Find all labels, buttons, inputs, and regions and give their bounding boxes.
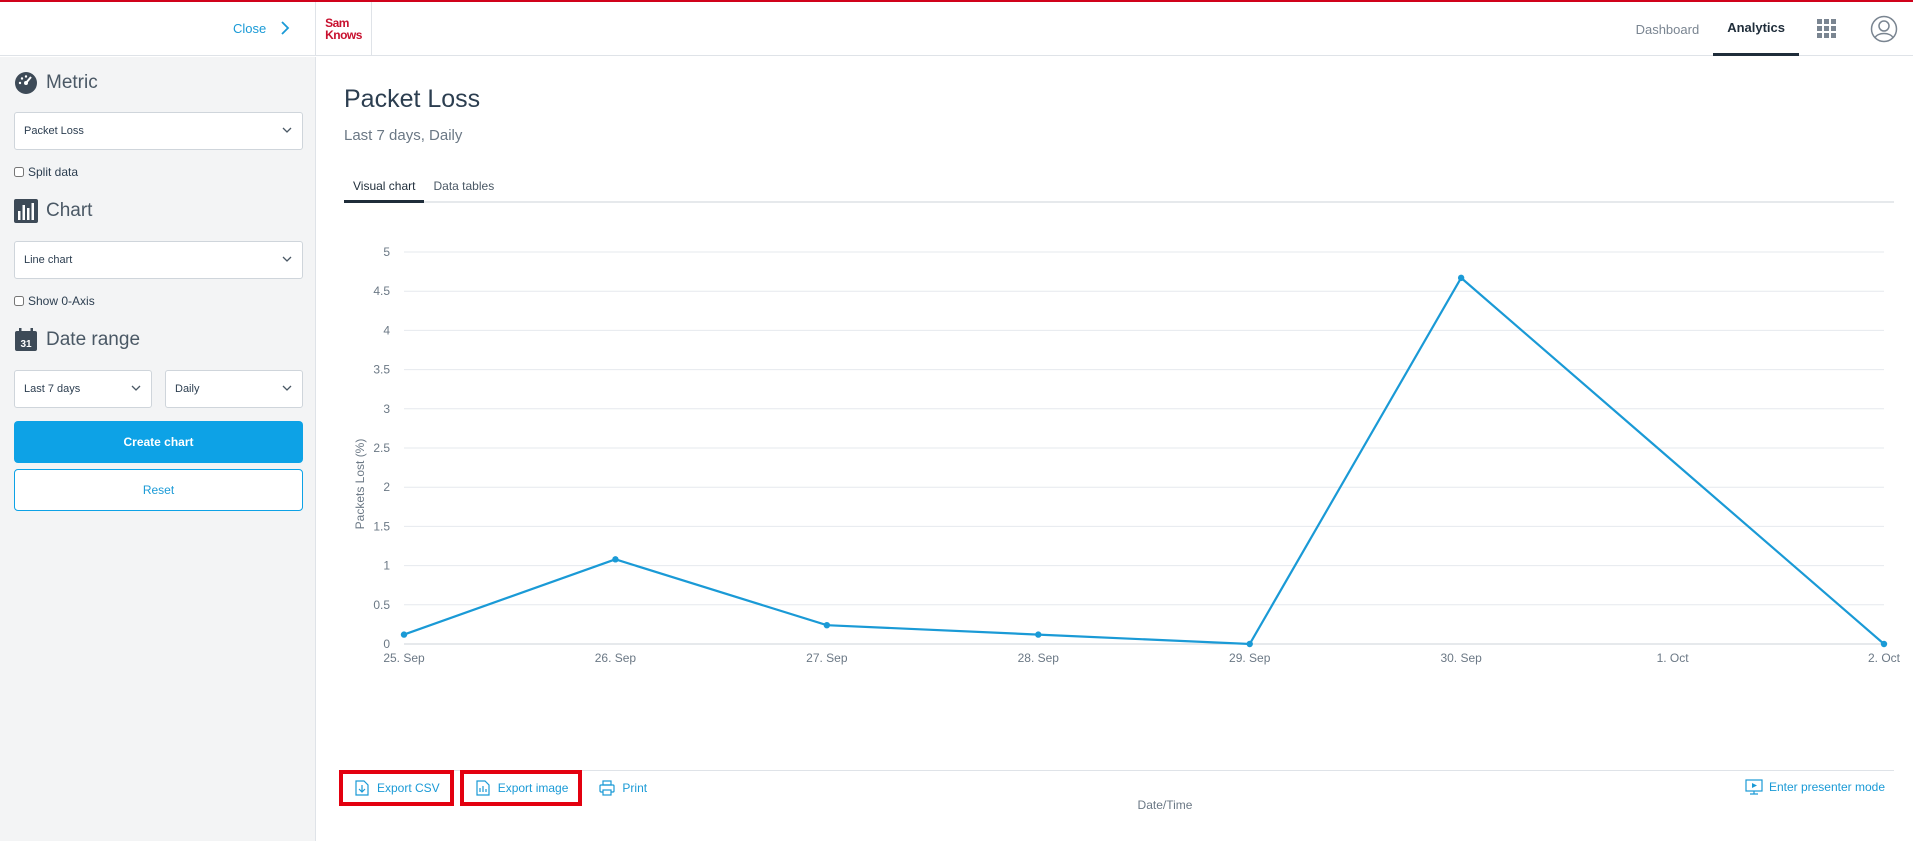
- y-tick-label: 1.5: [373, 519, 390, 533]
- main-content: Packet Loss Last 7 days, Daily Visual ch…: [317, 57, 1913, 841]
- export-image-button[interactable]: Export image: [459, 770, 583, 806]
- x-tick-label: 28. Sep: [1018, 651, 1060, 665]
- x-tick-label: 27. Sep: [806, 651, 848, 665]
- chevron-down-icon: [131, 385, 141, 391]
- user-menu-button[interactable]: [1855, 2, 1913, 56]
- granularity-select[interactable]: Daily: [165, 370, 303, 408]
- chart-type-value: Line chart: [24, 254, 73, 266]
- top-nav: Dashboard Analytics: [1622, 2, 1913, 56]
- download-icon: [355, 780, 369, 796]
- page-subtitle: Last 7 days, Daily: [344, 127, 463, 144]
- range-select[interactable]: Last 7 days: [14, 370, 152, 408]
- data-point[interactable]: [823, 621, 831, 629]
- data-point[interactable]: [1035, 631, 1042, 638]
- nav-dashboard[interactable]: Dashboard: [1622, 2, 1714, 56]
- x-tick-label: 26. Sep: [595, 651, 637, 665]
- data-point[interactable]: [1246, 640, 1253, 648]
- presenter-label: Enter presenter mode: [1768, 780, 1885, 794]
- logo-line-2: Knows: [325, 28, 362, 42]
- chevron-down-icon: [282, 256, 292, 262]
- bar-chart-icon: [14, 199, 38, 223]
- close-label: Close: [233, 20, 267, 36]
- x-ticks: 25. Sep 26. Sep 27. Sep 28. Sep 29. Sep 30. S…: [383, 651, 1900, 665]
- nav-analytics[interactable]: Analytics: [1713, 2, 1799, 56]
- metric-section-title: Metric: [14, 71, 98, 95]
- y-axis-label: Packets Lost (%): [353, 439, 367, 530]
- print-label: Print: [622, 781, 648, 795]
- split-data-input[interactable]: [14, 167, 24, 177]
- metric-select-value: Packet Loss: [24, 125, 84, 137]
- grid-layer: [404, 251, 1884, 645]
- close-button[interactable]: Close: [233, 20, 290, 36]
- show-zero-axis-checkbox[interactable]: Show 0-Axis: [14, 294, 95, 308]
- tab-visual-chart[interactable]: Visual chart: [344, 177, 425, 203]
- chevron-right-icon: [281, 21, 290, 35]
- data-point[interactable]: [400, 631, 408, 638]
- export-image-label: Export image: [497, 781, 569, 795]
- page-title: Packet Loss: [344, 85, 481, 113]
- export-csv-button[interactable]: Export CSV: [339, 770, 454, 806]
- chart-section-title: Chart: [14, 199, 92, 223]
- chart-actions: Export CSV Export image Print: [339, 768, 657, 808]
- close-area: Close: [0, 2, 316, 56]
- date-range-section-title: 31 Date range: [14, 328, 140, 352]
- apps-grid-icon: [1817, 19, 1836, 38]
- chart-type-select[interactable]: Line chart: [14, 241, 303, 279]
- split-data-checkbox[interactable]: Split data: [14, 165, 78, 179]
- chevron-down-icon: [282, 127, 292, 133]
- range-select-value: Last 7 days: [24, 383, 81, 395]
- export-csv-label: Export CSV: [377, 781, 440, 795]
- y-tick-label: 4.5: [373, 284, 390, 298]
- x-tick-label: 29. Sep: [1229, 651, 1271, 665]
- logo-area: Sam Knows: [316, 2, 372, 56]
- sidebar: Metric Packet Loss Split data Chart Line…: [0, 57, 316, 841]
- x-axis-label: Date/Time: [1138, 798, 1193, 812]
- granularity-select-value: Daily: [175, 383, 200, 395]
- date-range-title: Date range: [46, 329, 141, 350]
- y-tick-label: 1: [383, 559, 390, 573]
- y-tick-label: 0: [383, 637, 390, 651]
- data-point[interactable]: [1457, 274, 1465, 282]
- calendar-day: 31: [20, 339, 32, 350]
- create-chart-button[interactable]: Create chart: [14, 421, 303, 463]
- show-zero-axis-label: Show 0-Axis: [28, 294, 95, 308]
- data-point[interactable]: [1880, 640, 1888, 648]
- image-file-icon: [476, 780, 490, 796]
- metric-select[interactable]: Packet Loss: [14, 112, 303, 150]
- chevron-down-icon: [282, 385, 292, 391]
- samknows-logo: Sam Knows: [325, 17, 362, 41]
- app-header: Close Sam Knows Dashboard Analytics: [0, 2, 1913, 56]
- apps-grid-button[interactable]: [1799, 2, 1855, 56]
- y-tick-label: 4: [383, 323, 390, 337]
- y-tick-label: 2: [383, 480, 390, 494]
- y-tick-label: 5: [383, 245, 390, 259]
- show-zero-axis-input[interactable]: [14, 296, 24, 306]
- calendar-icon: 31: [15, 328, 37, 351]
- metric-title: Metric: [46, 72, 98, 93]
- x-tick-label: 25. Sep: [383, 651, 425, 665]
- user-avatar-icon: [1870, 15, 1898, 43]
- data-point[interactable]: [612, 556, 619, 563]
- y-tick-label: 0.5: [373, 598, 390, 612]
- series-line: [403, 276, 1885, 646]
- x-tick-label: 2. Oct: [1868, 651, 1901, 665]
- chart-container: 0 0.5 1 1.5 2 2.5 3 3.5 4 4.5 5 25. Sep 26. Sep 27. …: [344, 212, 1904, 812]
- tab-data-tables[interactable]: Data tables: [424, 177, 503, 203]
- print-button[interactable]: Print: [588, 770, 657, 806]
- y-tick-label: 3: [383, 402, 390, 416]
- presenter-mode-button[interactable]: Enter presenter mode: [1745, 779, 1885, 795]
- speedometer-icon: [15, 72, 37, 94]
- line-chart: 0 0.5 1 1.5 2 2.5 3 3.5 4 4.5 5 25. Sep 26. Sep 27. …: [353, 245, 1901, 812]
- split-data-label: Split data: [28, 165, 79, 179]
- printer-icon: [599, 780, 616, 796]
- presenter-icon: [1745, 779, 1763, 795]
- view-tabs: Visual chart Data tables: [344, 177, 1894, 203]
- reset-button[interactable]: Reset: [14, 469, 303, 511]
- x-tick-label: 1. Oct: [1657, 651, 1690, 665]
- y-tick-label: 3.5: [373, 363, 390, 377]
- y-tick-label: 2.5: [373, 441, 390, 455]
- chart-title: Chart: [46, 200, 93, 221]
- x-tick-label: 30. Sep: [1440, 651, 1482, 665]
- y-ticks: 0 0.5 1 1.5 2 2.5 3 3.5 4 4.5 5: [373, 245, 390, 651]
